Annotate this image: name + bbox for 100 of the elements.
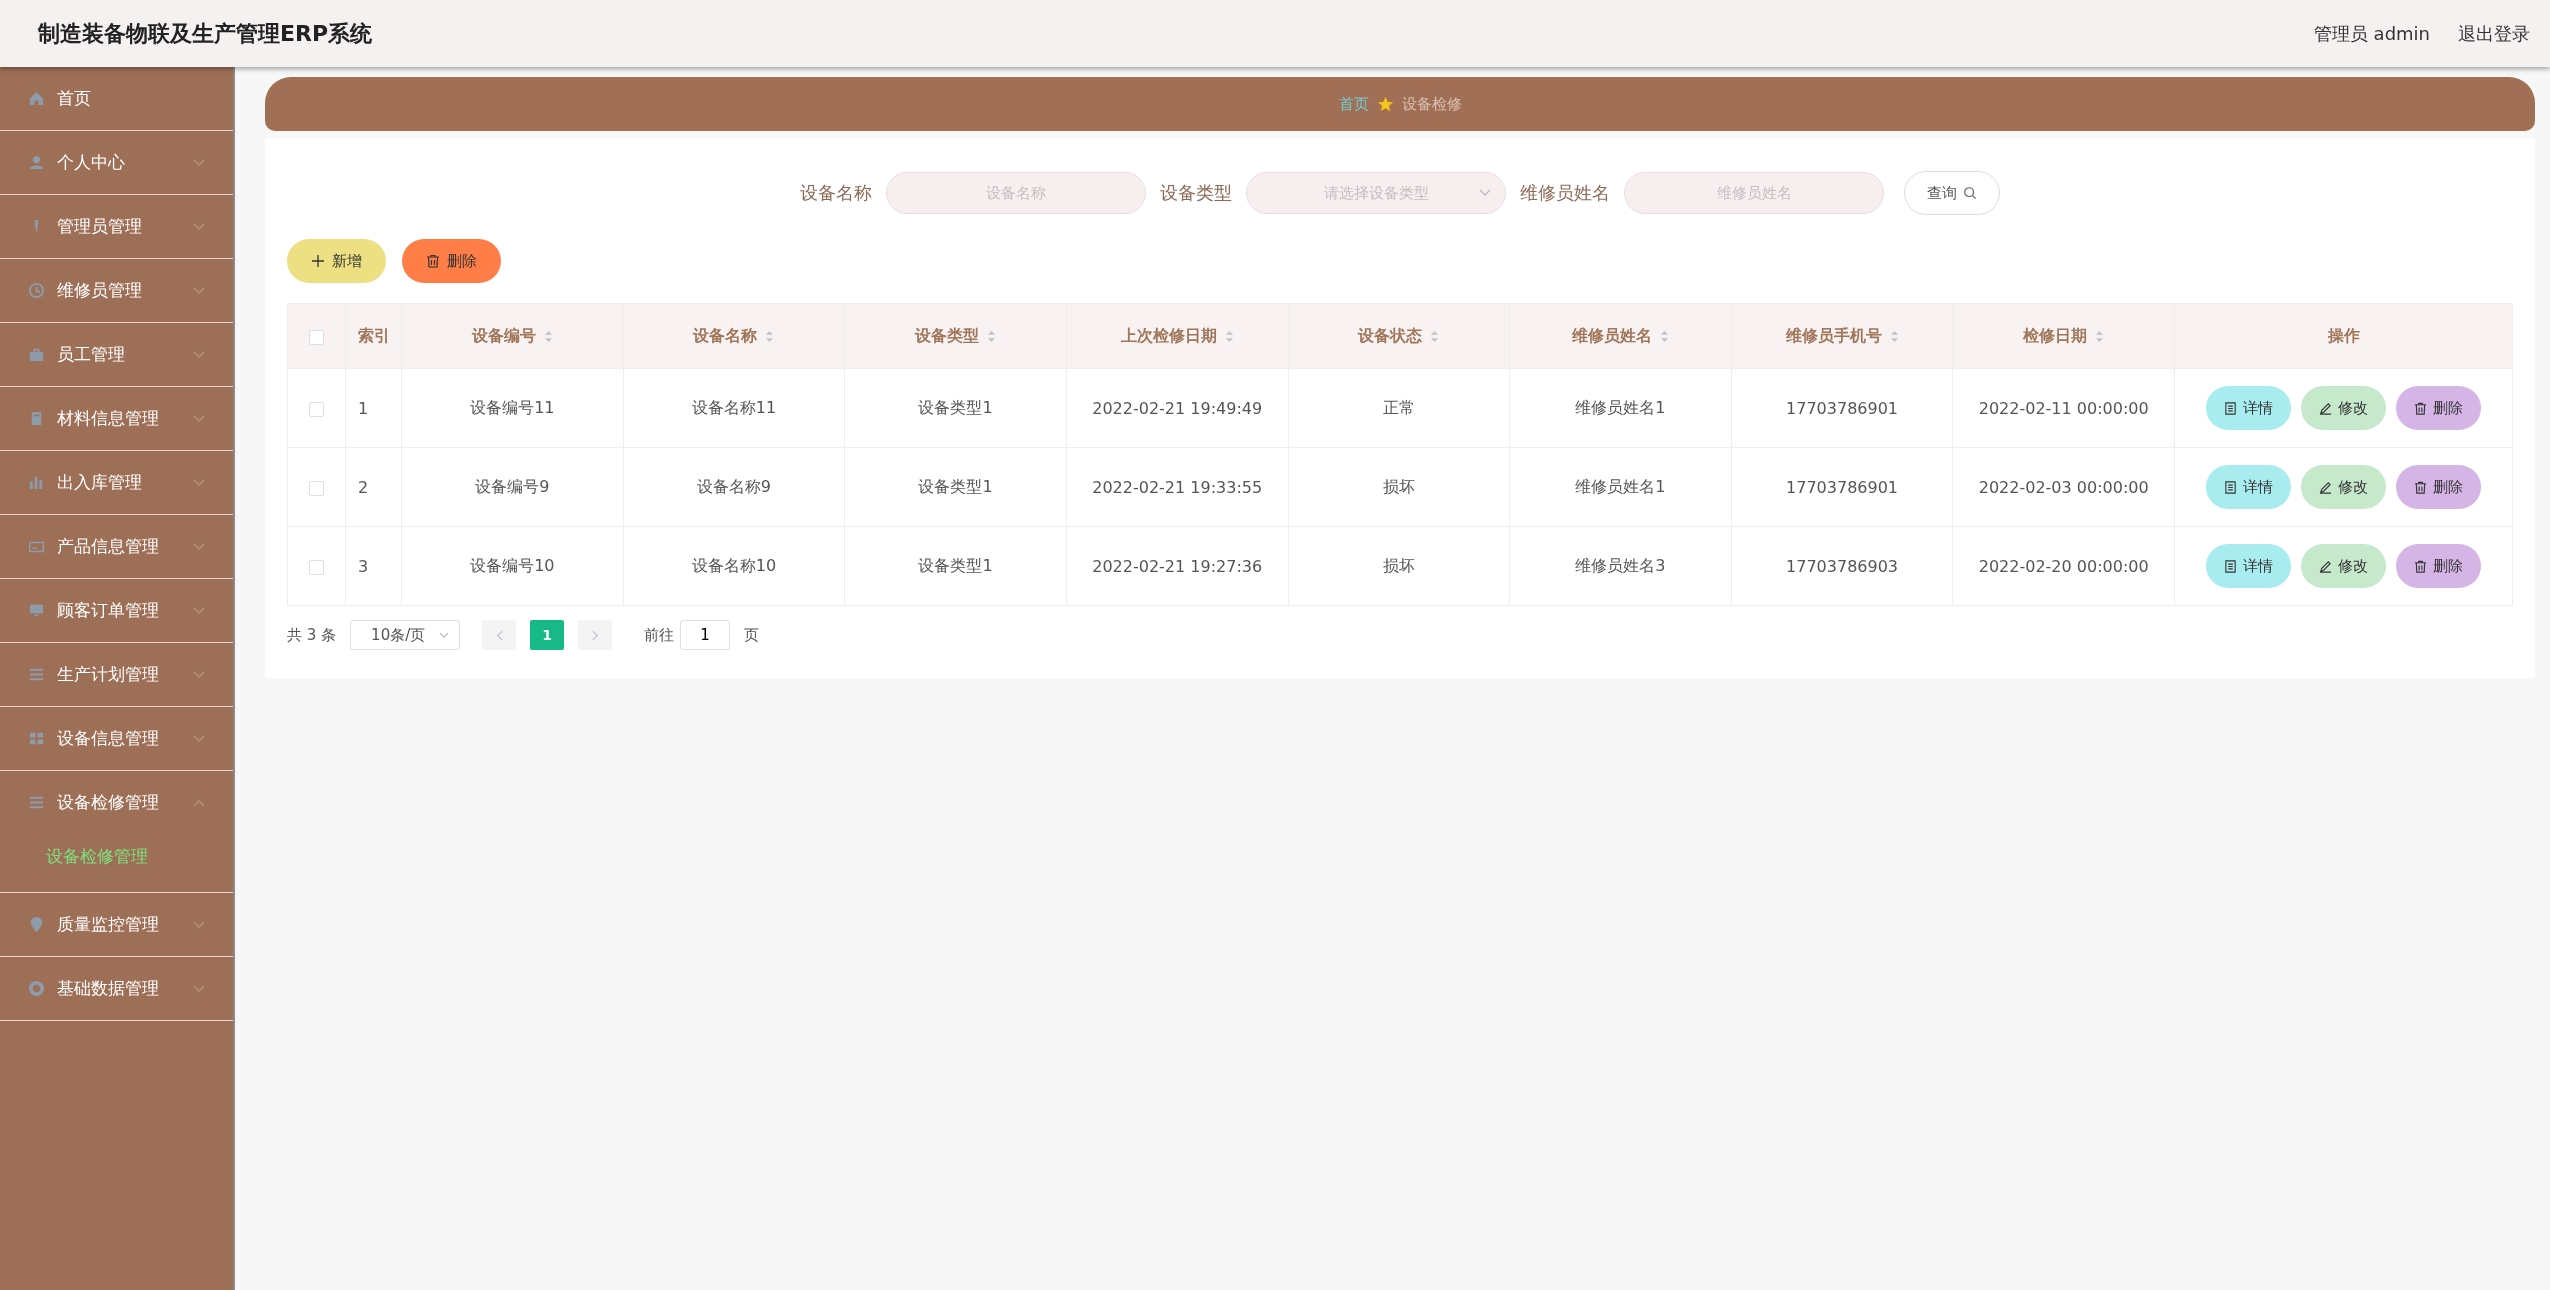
sidebar-item[interactable]: 个人中心 xyxy=(0,131,233,194)
sidebar-item[interactable]: 员工管理 xyxy=(0,323,233,386)
table-cell: 设备名称9 xyxy=(696,476,772,496)
chevron-icon xyxy=(193,542,205,551)
document-icon xyxy=(2224,559,2237,573)
chevron-icon xyxy=(439,631,450,639)
sidebar-item[interactable]: 设备信息管理 xyxy=(0,707,233,770)
sort-icon[interactable] xyxy=(987,329,997,343)
checkbox[interactable] xyxy=(309,401,324,417)
pencil-icon xyxy=(2319,559,2332,573)
table-cell: 1 xyxy=(358,398,369,418)
detail-button[interactable]: 详情 xyxy=(2206,465,2291,509)
sort-icon[interactable] xyxy=(1659,329,1669,343)
user-label: 管理员 admin xyxy=(2313,21,2430,46)
column-header: 索引 xyxy=(358,325,390,347)
table-cell: 2022-02-21 19:27:36 xyxy=(1092,556,1263,576)
edit-button[interactable]: 修改 xyxy=(2301,544,2386,588)
chevron-right-icon xyxy=(591,629,599,641)
table-cell: 2022-02-21 19:49:49 xyxy=(1092,398,1263,418)
pin-icon xyxy=(28,916,45,933)
home-icon xyxy=(28,90,45,107)
delete-button[interactable]: 删除 xyxy=(2396,386,2481,430)
edit-button[interactable]: 修改 xyxy=(2301,386,2386,430)
sidebar-item[interactable]: 管理员管理 xyxy=(0,195,233,258)
list-icon xyxy=(28,666,45,683)
sort-icon[interactable] xyxy=(1224,329,1234,343)
table-cell: 维修员姓名3 xyxy=(1575,555,1666,575)
table-cell: 设备编号10 xyxy=(470,555,555,575)
next-page-button[interactable] xyxy=(578,620,613,650)
chevron-icon xyxy=(193,478,205,487)
delete-button[interactable]: 删除 xyxy=(2396,544,2481,588)
chevron-icon xyxy=(193,414,205,423)
sidebar-item[interactable]: 材料信息管理 xyxy=(0,387,233,450)
gear-icon xyxy=(28,980,45,997)
table-cell: 设备编号9 xyxy=(475,476,550,496)
chevron-icon xyxy=(193,222,205,231)
field-label: 设备名称 xyxy=(800,181,872,205)
total-count: 共 3 条 xyxy=(287,625,337,645)
table-cell: 设备编号11 xyxy=(470,397,555,417)
table-cell: 2022-02-21 19:33:55 xyxy=(1092,477,1263,497)
column-header: 设备类型 xyxy=(915,325,980,347)
trash-icon xyxy=(2414,480,2427,494)
plus-icon xyxy=(311,254,325,268)
chevron-icon xyxy=(193,734,205,743)
chevron-icon xyxy=(193,984,205,993)
sidebar-item[interactable]: 顾客订单管理 xyxy=(0,579,233,642)
sidebar-item[interactable]: 生产计划管理 xyxy=(0,643,233,706)
column-header: 操作 xyxy=(2327,325,2360,347)
sidebar-item[interactable]: 产品信息管理 xyxy=(0,515,233,578)
column-header: 上次检修日期 xyxy=(1120,325,1217,347)
breadcrumb-link[interactable]: 首页 xyxy=(1338,94,1369,114)
logout-link[interactable]: 退出登录 xyxy=(2458,21,2530,46)
sidebar-item[interactable]: 首页 xyxy=(0,67,233,130)
table-cell: 2022-02-20 00:00:00 xyxy=(1978,556,2149,576)
table-cell: 设备类型1 xyxy=(918,397,993,417)
field-label: 设备类型 xyxy=(1160,181,1232,205)
pencil-icon xyxy=(2319,401,2332,415)
page-size-select[interactable]: 10条/页 xyxy=(350,620,461,650)
sidebar-item[interactable]: 维修员管理 xyxy=(0,259,233,322)
sidebar-item[interactable]: 设备检修管理 xyxy=(0,771,233,834)
table-cell: 正常 xyxy=(1382,397,1415,417)
document-icon xyxy=(2224,401,2237,415)
search-button[interactable]: 查询 xyxy=(1904,171,2000,215)
checkbox[interactable] xyxy=(309,480,324,496)
sidebar-subitem[interactable]: 设备检修管理 xyxy=(0,834,233,892)
sort-icon[interactable] xyxy=(543,329,553,343)
chevron-icon xyxy=(1479,189,1491,197)
goto-label: 前往 xyxy=(644,625,675,645)
edit-button[interactable]: 修改 xyxy=(2301,465,2386,509)
sidebar-item[interactable]: 质量监控管理 xyxy=(0,893,233,956)
sidebar-item[interactable]: 基础数据管理 xyxy=(0,957,233,1020)
column-header: 设备名称 xyxy=(693,325,758,347)
bar-chart-icon xyxy=(28,474,45,491)
delete-button[interactable]: 删除 xyxy=(2396,465,2481,509)
breadcrumb-current: 设备检修 xyxy=(1401,94,1462,114)
sort-icon[interactable] xyxy=(2095,329,2105,343)
pencil-icon xyxy=(2319,480,2332,494)
table-cell: 设备类型1 xyxy=(918,555,993,575)
sort-icon[interactable] xyxy=(765,329,775,343)
chevron-icon xyxy=(193,920,205,929)
sort-icon[interactable] xyxy=(1430,329,1440,343)
sort-icon[interactable] xyxy=(1889,329,1899,343)
checkbox[interactable] xyxy=(309,559,324,575)
column-header: 检修日期 xyxy=(2023,325,2088,347)
page-button[interactable]: 1 xyxy=(530,620,565,650)
column-header: 维修员手机号 xyxy=(1785,325,1882,347)
table-cell: 17703786903 xyxy=(1786,556,1899,576)
detail-button[interactable]: 详情 xyxy=(2206,544,2291,588)
app-title: 制造装备物联及生产管理ERP系统 xyxy=(38,19,373,48)
user-icon xyxy=(28,154,45,171)
page-input[interactable]: 1 xyxy=(680,620,731,650)
star-icon xyxy=(1376,95,1394,113)
table-cell: 3 xyxy=(358,556,369,576)
sidebar-item[interactable]: 出入库管理 xyxy=(0,451,233,514)
chevron-icon xyxy=(193,670,205,679)
add-button[interactable]: 新增 xyxy=(287,239,386,283)
detail-button[interactable]: 详情 xyxy=(2206,386,2291,430)
checkbox[interactable] xyxy=(309,329,324,345)
prev-page-button[interactable] xyxy=(482,620,517,650)
delete-button[interactable]: 删除 xyxy=(402,239,501,283)
